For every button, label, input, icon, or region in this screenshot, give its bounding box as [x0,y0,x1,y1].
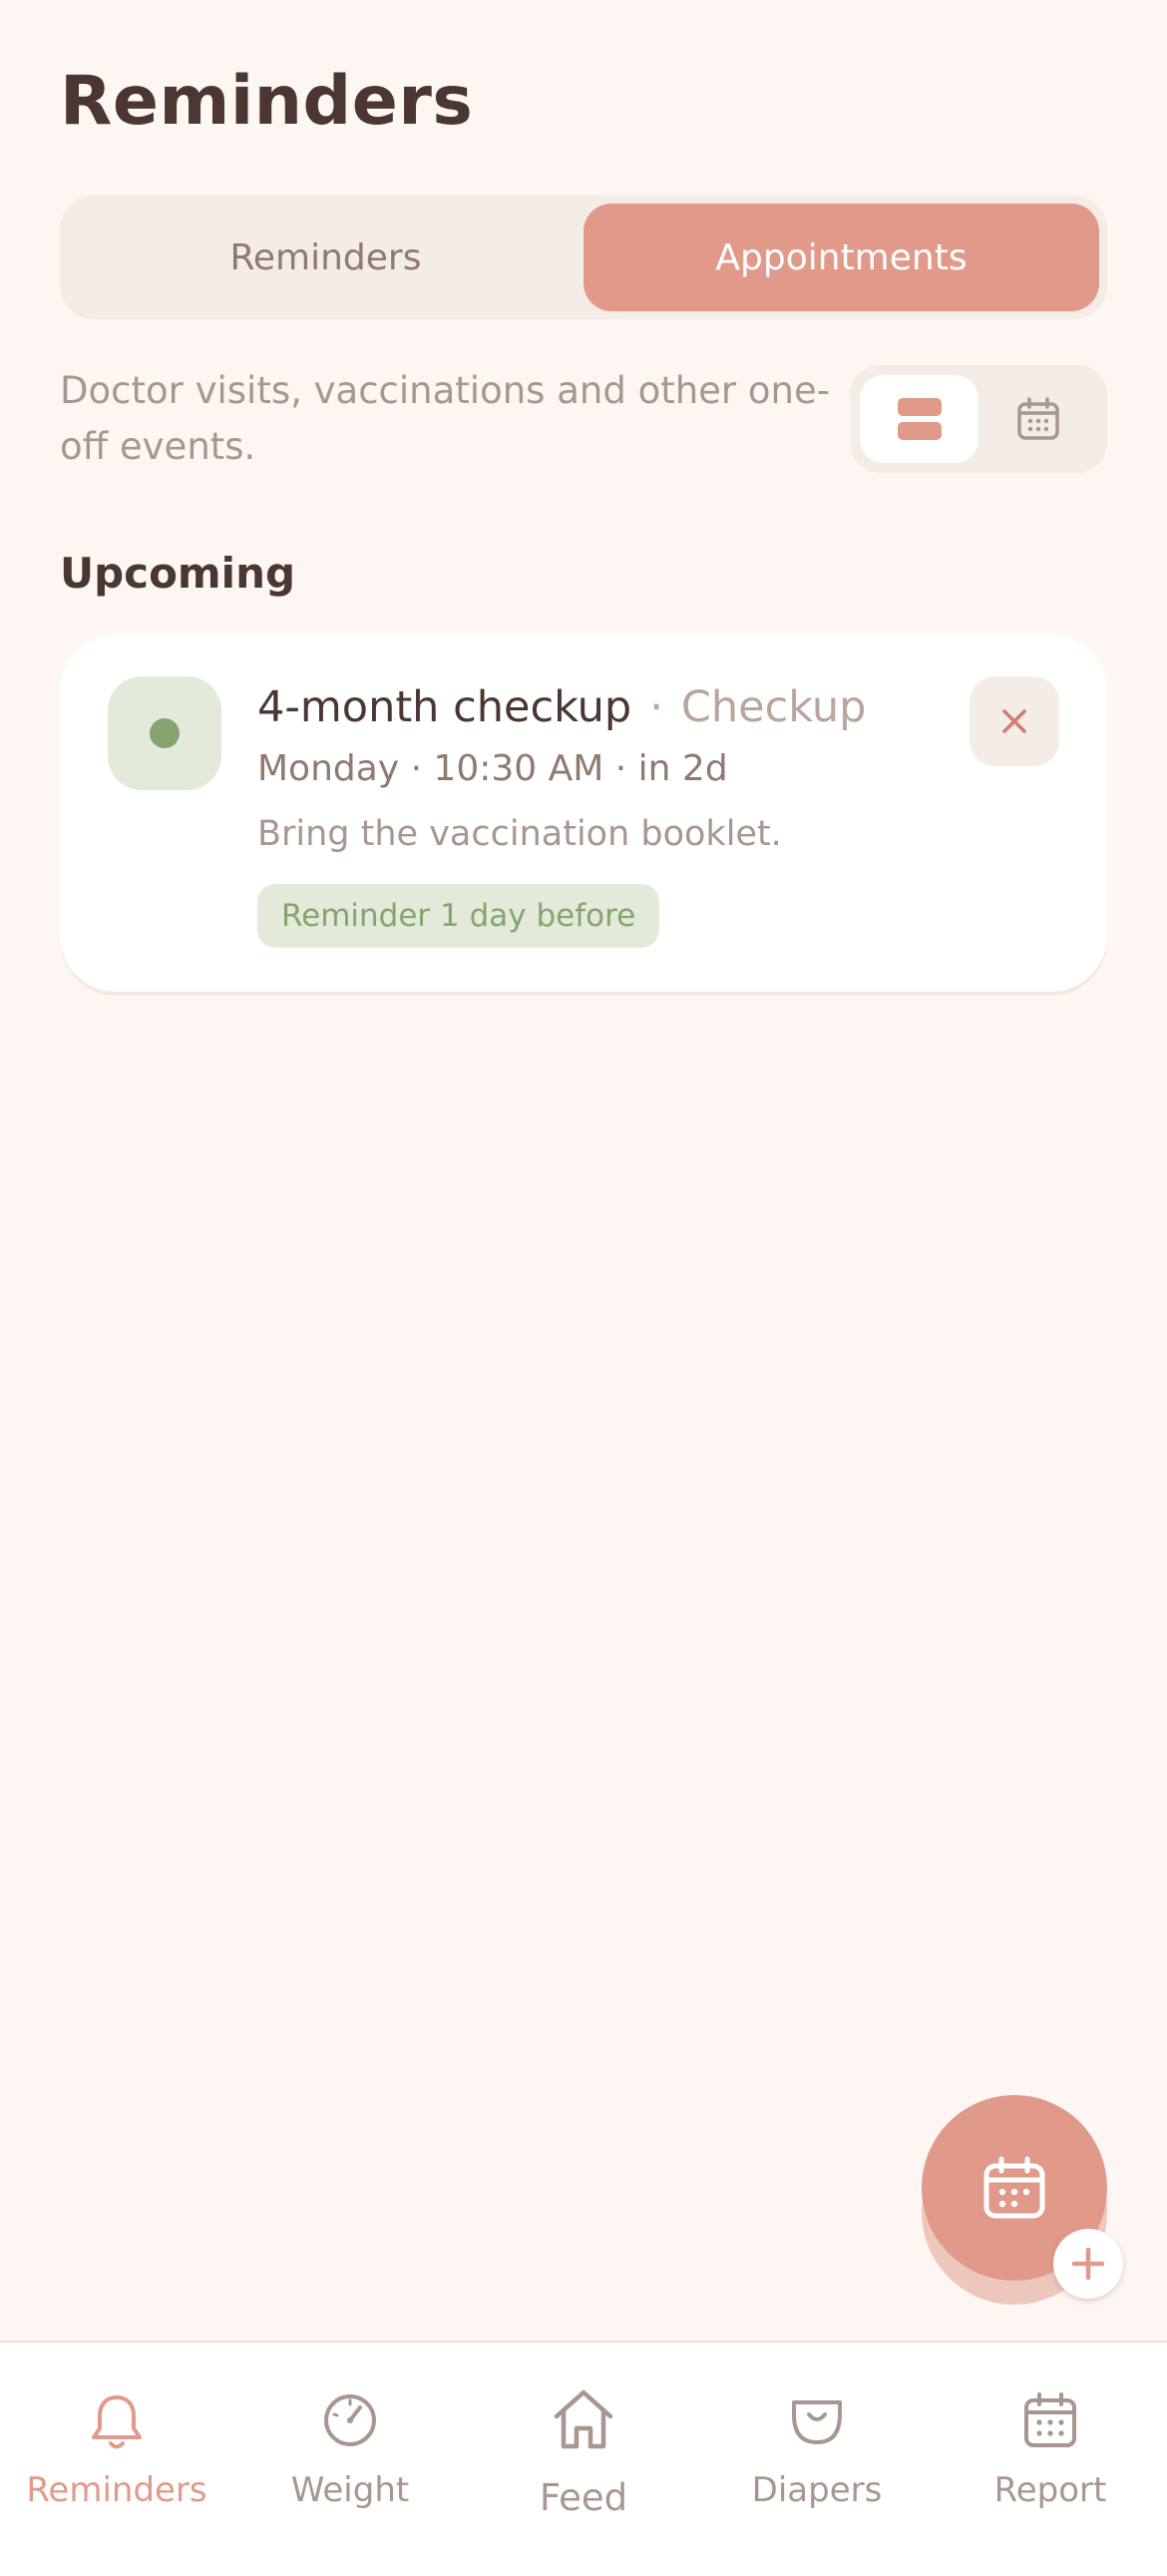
tab-label-feed: Feed [539,2476,628,2519]
scale-icon [324,2394,376,2446]
diaper-icon [792,2400,842,2444]
status-dot-icon [150,718,180,748]
tab-reminders[interactable]: Reminders [68,204,584,311]
title-separator: · [649,682,663,732]
plus-icon [1071,2247,1105,2281]
appointment-kind: Checkup [680,682,867,732]
tab-bar-weight[interactable]: Weight [233,2343,467,2576]
appointment-title: 4-month checkup [257,682,632,732]
calendar-add-icon [983,2156,1045,2219]
tab-bar-diapers[interactable]: Diapers [700,2343,934,2576]
calendar-icon [1024,2392,1076,2447]
page-title: Reminders [60,62,474,141]
appointment-title-row: 4-month checkup · Checkup [257,682,866,732]
tab-label-report: Report [993,2470,1107,2510]
reminder-badge: Reminder 1 day before [257,884,660,948]
list-view-button[interactable] [860,375,978,463]
calendar-view-button[interactable] [978,375,1097,463]
tab-appointments[interactable]: Appointments [584,204,1099,311]
tab-bar-report[interactable]: Report [934,2343,1167,2576]
section-description: Doctor visits, vaccinations and other on… [60,369,831,468]
tab-label-weight: Weight [290,2470,410,2510]
close-icon [1002,709,1026,733]
view-toggle [850,365,1107,473]
tab-label-reminders: Reminders [26,2470,207,2510]
calendar-icon [1016,397,1059,440]
appointment-status-icon [108,676,221,790]
plus-badge [1053,2229,1123,2299]
tab-label-diapers: Diapers [751,2470,883,2510]
tab-bar-reminders[interactable]: Reminders [0,2343,233,2576]
appointment-card[interactable]: 4-month checkup · Checkup Monday · 10:30 A… [60,635,1107,992]
bell-icon [92,2395,142,2449]
list-view-icon [897,398,942,440]
delete-appointment-button[interactable] [970,676,1059,766]
bottom-tab-bar: Reminders Weight Feed Diapers Report [0,2341,1167,2576]
segmented-control: Reminders Appointments [60,196,1107,319]
section-title-upcoming: Upcoming [60,549,296,598]
home-icon [554,2389,613,2449]
tab-bar-feed[interactable]: Feed [467,2343,700,2576]
appointment-time: Monday · 10:30 AM · in 2d [257,748,728,789]
appointment-note: Bring the vaccination booklet. [257,814,782,854]
